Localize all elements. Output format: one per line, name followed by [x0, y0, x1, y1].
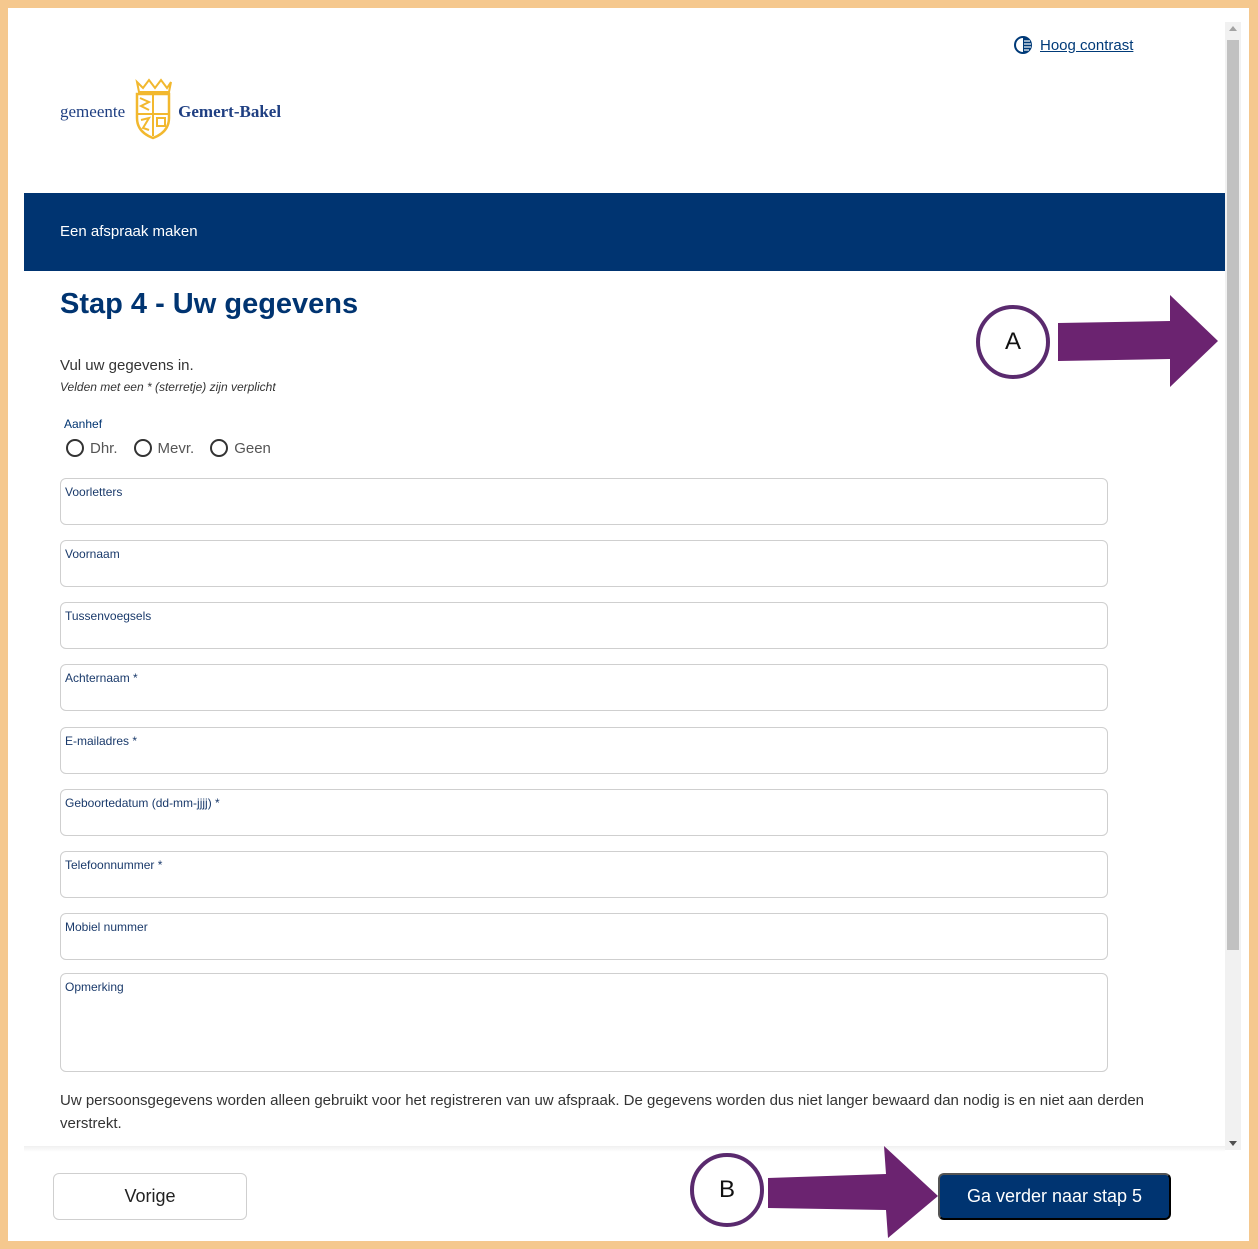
page-title: Stap 4 - Uw gegevens — [60, 288, 359, 320]
achternaam-field[interactable]: Achternaam * — [60, 664, 1108, 711]
scrollbar-thumb[interactable] — [1227, 40, 1239, 950]
voornaam-field[interactable]: Voornaam — [60, 540, 1108, 587]
radio-label-dhr: Dhr. — [90, 439, 118, 457]
annotation-arrow-a-icon — [1058, 295, 1218, 387]
radio-label-geen: Geen — [234, 439, 271, 457]
aanhef-radio-group: Dhr. Mevr. Geen — [66, 439, 271, 457]
mobiel-nummer-label: Mobiel nummer — [65, 920, 148, 934]
next-step-button[interactable]: Ga verder naar stap 5 — [938, 1173, 1171, 1220]
scroll-up-icon[interactable] — [1229, 26, 1237, 31]
geboortedatum-field[interactable]: Geboortedatum (dd-mm-jjjj) * — [60, 789, 1108, 836]
radio-mevr[interactable]: Mevr. — [133, 439, 195, 457]
radio-label-mevr: Mevr. — [157, 439, 195, 457]
voorletters-field[interactable]: Voorletters — [60, 478, 1108, 525]
radio-button-dhr[interactable] — [66, 439, 84, 457]
browser-frame: Hoog contrast gemeente Gemert-Bakel Een … — [8, 8, 1249, 1241]
annotation-marker-a: A — [976, 305, 1050, 379]
annotation-label-b: B — [718, 1176, 735, 1203]
annotation-marker-b: B — [690, 1153, 764, 1227]
privacy-notice: Uw persoonsgegevens worden alleen gebrui… — [60, 1092, 1145, 1132]
annotation-arrow-b-icon — [768, 1146, 938, 1238]
municipality-logo[interactable]: gemeente Gemert-Bakel — [60, 78, 281, 140]
contrast-icon — [1014, 36, 1032, 54]
previous-button[interactable]: Vorige — [53, 1173, 247, 1220]
telefoonnummer-field[interactable]: Telefoonnummer * — [60, 851, 1108, 898]
high-contrast-label[interactable]: Hoog contrast — [1040, 37, 1133, 54]
radio-button-mevr[interactable] — [133, 439, 152, 457]
annotation-label-a: A — [1004, 328, 1021, 355]
email-label: E-mailadres * — [65, 734, 138, 748]
intro-text: Vul uw gegevens in. — [60, 357, 194, 374]
mobiel-nummer-field[interactable]: Mobiel nummer — [60, 913, 1108, 960]
page-header-bar: Een afspraak maken — [24, 193, 1225, 271]
footer-divider — [24, 1146, 1225, 1152]
scroll-down-icon[interactable] — [1229, 1141, 1237, 1146]
telefoonnummer-label: Telefoonnummer * — [65, 858, 163, 872]
tussenvoegsels-label: Tussenvoegsels — [65, 609, 152, 623]
high-contrast-link[interactable]: Hoog contrast — [1014, 36, 1133, 54]
required-fields-note: Velden met een * (sterretje) zijn verpli… — [60, 380, 276, 394]
radio-geen[interactable]: Geen — [210, 439, 271, 457]
opmerking-label: Opmerking — [65, 980, 124, 994]
crest-icon — [135, 78, 173, 140]
radio-dhr[interactable]: Dhr. — [66, 439, 118, 457]
radio-button-geen[interactable] — [210, 439, 229, 457]
opmerking-field[interactable]: Opmerking — [60, 973, 1108, 1072]
vertical-scrollbar[interactable] — [1225, 22, 1241, 1150]
tussenvoegsels-field[interactable]: Tussenvoegsels — [60, 602, 1108, 649]
voorletters-label: Voorletters — [65, 485, 123, 499]
logo-name: Gemert-Bakel — [178, 102, 282, 121]
geboortedatum-label: Geboortedatum (dd-mm-jjjj) * — [65, 796, 220, 810]
email-field[interactable]: E-mailadres * — [60, 727, 1108, 774]
logo-prefix: gemeente — [60, 102, 126, 121]
header-title: Een afspraak maken — [60, 223, 198, 240]
aanhef-label: Aanhef — [64, 417, 103, 431]
achternaam-label: Achternaam * — [65, 671, 138, 685]
voornaam-label: Voornaam — [65, 547, 120, 561]
